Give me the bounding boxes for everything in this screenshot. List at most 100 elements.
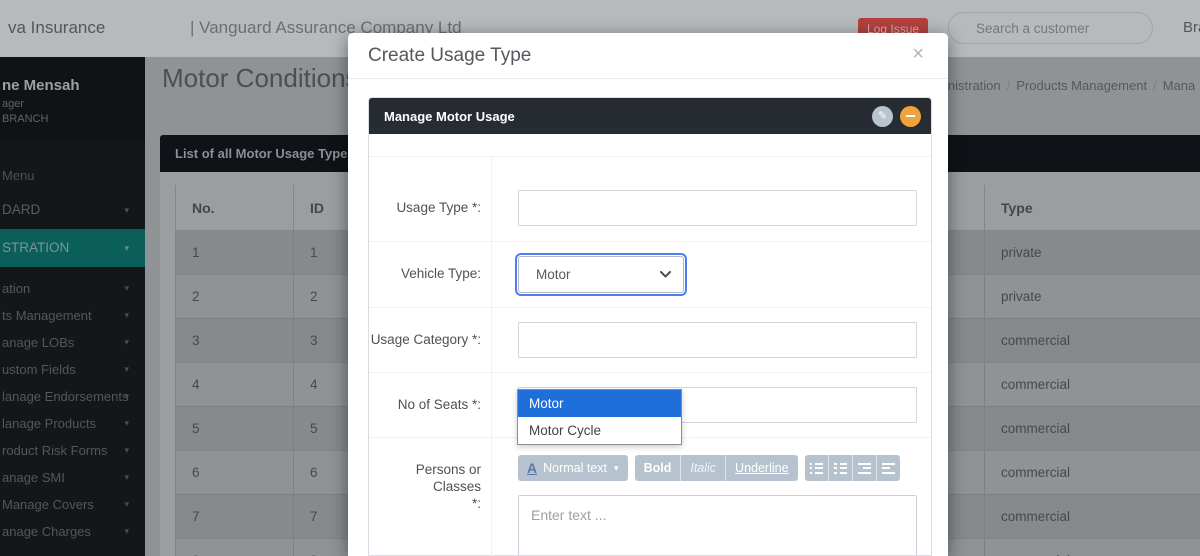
vehicle-type-row: Vehicle Type: Motor xyxy=(369,241,931,307)
outdent-icon xyxy=(882,463,895,474)
text-style-button[interactable]: A Normal text ▾ xyxy=(518,455,628,481)
cell: commercial xyxy=(985,319,1200,363)
search-customer-input[interactable] xyxy=(948,12,1153,44)
breadcrumb-separator: / xyxy=(1007,78,1011,93)
cell: commercial xyxy=(985,363,1200,407)
widget-title: Manage Motor Usage xyxy=(384,109,865,124)
manage-motor-usage-widget: Manage Motor Usage ✎ Usage Type *: xyxy=(368,97,932,556)
sidebar-nav: DARD▾STRATION▾ation▾ts Management▾anage … xyxy=(0,191,145,545)
ordered-list-button[interactable] xyxy=(829,455,852,481)
bold-button[interactable]: Bold xyxy=(635,455,681,481)
create-usage-type-modal: Create Usage Type × Manage Motor Usage ✎ xyxy=(348,33,948,556)
collapse-button[interactable] xyxy=(900,106,921,127)
chevron-down-icon: ▾ xyxy=(124,464,129,491)
column-header-type: Type xyxy=(985,185,1200,231)
sidebar-section-dard[interactable]: DARD▾ xyxy=(0,191,145,229)
chevron-down-icon: ▾ xyxy=(124,302,129,329)
cell: private xyxy=(985,231,1200,275)
breadcrumb-item[interactable]: Mana xyxy=(1163,78,1196,93)
sidebar-submenu: ation▾ts Management▾anage LOBs▾ustom Fie… xyxy=(0,275,145,545)
sidebar-item-anage-charges[interactable]: anage Charges▾ xyxy=(0,518,145,545)
usage-category-label: Usage Category *: xyxy=(369,322,491,358)
no-of-seats-row: No of Seats *: MotorMotor Cycle xyxy=(369,372,931,437)
cell: 1 xyxy=(176,231,294,275)
cell: 3 xyxy=(176,319,294,363)
sidebar-item-manage-covers[interactable]: Manage Covers▾ xyxy=(0,491,145,518)
sidebar-user-block: ne Mensah ager BRANCH xyxy=(0,57,145,141)
app-logo: va Insurance xyxy=(8,18,105,38)
pencil-icon: ✎ xyxy=(878,111,887,122)
outdent-button[interactable] xyxy=(877,455,900,481)
vehicle-type-select[interactable]: Motor xyxy=(518,256,684,293)
italic-button[interactable]: Italic xyxy=(681,455,725,481)
chevron-down-icon: ▾ xyxy=(124,518,129,545)
column-header-no: No. xyxy=(176,185,294,231)
cell: 6 xyxy=(176,451,294,495)
indent-button[interactable] xyxy=(853,455,876,481)
breadcrumb: inistration / Products Management / Mana xyxy=(945,78,1195,93)
cell: commercial xyxy=(985,407,1200,451)
menu-label: Menu xyxy=(2,168,145,183)
persons-or-classes-label: Persons or Classes *: xyxy=(369,452,491,556)
edit-button[interactable]: ✎ xyxy=(872,106,893,127)
sidebar-section-stration[interactable]: STRATION▾ xyxy=(0,229,145,267)
cell: 8 xyxy=(176,539,294,556)
sidebar-item-lanage-products[interactable]: lanage Products▾ xyxy=(0,410,145,437)
sidebar-item-ation[interactable]: ation▾ xyxy=(0,275,145,302)
breadcrumb-item[interactable]: inistration xyxy=(945,78,1001,93)
user-role: ager xyxy=(2,97,137,112)
persons-label-line2: *: xyxy=(369,495,481,512)
unordered-list-icon xyxy=(810,463,823,474)
chevron-down-icon: ▾ xyxy=(124,191,129,229)
usage-category-input[interactable] xyxy=(518,322,917,358)
cell: 4 xyxy=(176,363,294,407)
sidebar-item-anage-lobs[interactable]: anage LOBs▾ xyxy=(0,329,145,356)
sidebar-item-lanage-endorsements[interactable]: lanage Endorsements▾ xyxy=(0,383,145,410)
dropdown-option-motor-cycle[interactable]: Motor Cycle xyxy=(518,417,681,444)
sidebar-item-ts-management[interactable]: ts Management▾ xyxy=(0,302,145,329)
modal-title: Create Usage Type xyxy=(368,45,531,67)
user-branch: BRANCH xyxy=(2,112,137,127)
breadcrumb-item[interactable]: Products Management xyxy=(1016,78,1147,93)
cell: commercial xyxy=(985,451,1200,495)
sidebar: ne Mensah ager BRANCH Menu DARD▾STRATION… xyxy=(0,57,145,556)
ordered-list-icon xyxy=(834,463,847,474)
chevron-down-icon: ▾ xyxy=(124,329,129,356)
breadcrumb-separator: / xyxy=(1153,78,1157,93)
widget-header: Manage Motor Usage ✎ xyxy=(369,98,931,134)
cell: private xyxy=(985,275,1200,319)
persons-label-line1: Persons or Classes xyxy=(369,461,481,495)
sidebar-item-ustom-fields[interactable]: ustom Fields▾ xyxy=(0,356,145,383)
usage-type-label: Usage Type *: xyxy=(369,190,491,226)
chevron-down-icon: ▾ xyxy=(124,356,129,383)
cell: 7 xyxy=(176,495,294,539)
caret-down-icon: ▾ xyxy=(614,463,619,474)
chevron-down-icon: ▾ xyxy=(124,229,129,267)
editor-toolbar: A Normal text ▾ Bold Italic xyxy=(518,455,917,481)
sidebar-item-anage-smi[interactable]: anage SMI▾ xyxy=(0,464,145,491)
unordered-list-button[interactable] xyxy=(805,455,828,481)
indent-icon xyxy=(858,463,871,474)
vehicle-type-label: Vehicle Type: xyxy=(369,256,491,293)
persons-or-classes-row: Persons or Classes *: A Normal text ▾ xyxy=(369,437,931,556)
cell: commercial xyxy=(985,539,1200,556)
format-group: Bold Italic Underline xyxy=(635,455,798,481)
sidebar-item-roduct-risk-forms[interactable]: roduct Risk Forms▾ xyxy=(0,437,145,464)
no-of-seats-label: No of Seats *: xyxy=(369,387,491,423)
vehicle-type-value: Motor xyxy=(531,267,660,282)
app-screen: va Insurance | Vanguard Assurance Compan… xyxy=(0,0,1200,556)
branch-label: Bra xyxy=(1183,19,1200,36)
text-style-label: Normal text xyxy=(543,461,607,475)
text-style-group: A Normal text ▾ xyxy=(518,455,628,481)
usage-type-input[interactable] xyxy=(518,190,917,226)
vehicle-type-dropdown: MotorMotor Cycle xyxy=(517,389,682,445)
underline-button[interactable]: Underline xyxy=(726,455,798,481)
chevron-down-icon xyxy=(660,271,671,278)
persons-or-classes-editor[interactable]: Enter text ... xyxy=(518,495,917,556)
dropdown-option-motor[interactable]: Motor xyxy=(518,390,681,417)
user-name: ne Mensah xyxy=(2,77,137,94)
close-icon[interactable]: × xyxy=(906,43,930,65)
minus-icon xyxy=(906,115,915,117)
modal-body: Manage Motor Usage ✎ Usage Type *: xyxy=(348,79,948,556)
chevron-down-icon: ▾ xyxy=(124,437,129,464)
